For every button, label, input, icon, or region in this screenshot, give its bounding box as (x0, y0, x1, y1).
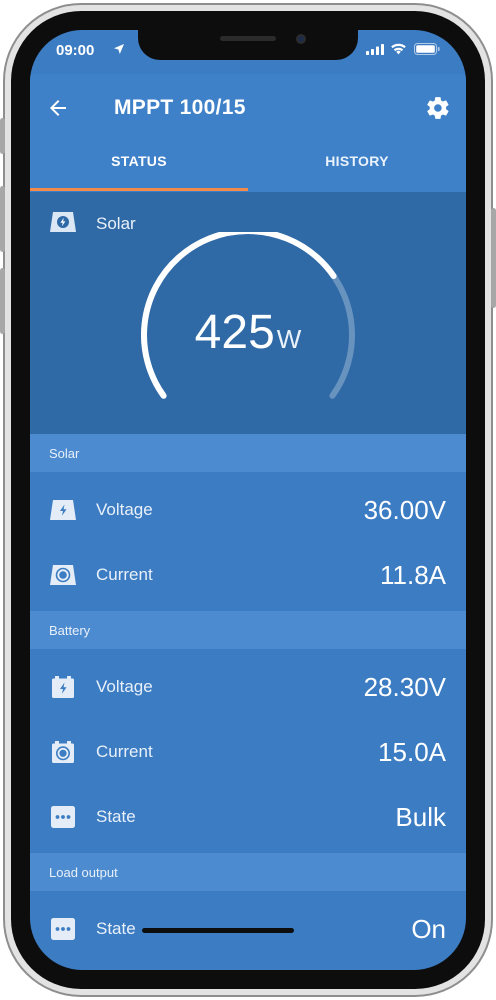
power-button (491, 208, 496, 308)
row-label: State (96, 807, 136, 826)
section-title: Battery (49, 623, 91, 638)
gear-icon[interactable] (425, 95, 451, 121)
solar-power-readout: 425W (30, 305, 466, 360)
battery-voltage-icon (52, 676, 74, 698)
volume-up-button (0, 186, 5, 252)
row-value: 11.8A (379, 560, 446, 590)
app-screen: MPPT 100/15 STATUS HISTORY 09:00 Solar 4… (30, 30, 466, 970)
status-time: 09:00 (56, 42, 95, 59)
battery-status-icon (414, 43, 440, 55)
section-header-load-output: Load output (30, 853, 466, 891)
section-title: Load output (49, 865, 118, 880)
solar-current-row: Current 11.8A (30, 543, 466, 607)
solar-panel-icon (50, 212, 76, 232)
page-title: MPPT 100/15 (114, 96, 246, 119)
back-arrow-icon[interactable] (46, 96, 70, 120)
wifi-icon (391, 43, 406, 55)
row-value: 28.30V (363, 672, 446, 702)
more-dots-icon (51, 918, 75, 940)
notch (138, 30, 358, 60)
more-dots-icon (51, 806, 75, 828)
row-label: Voltage (96, 500, 153, 519)
section-header-solar: Solar (30, 434, 466, 472)
home-indicator[interactable] (142, 928, 294, 933)
section-title: Solar (49, 446, 80, 461)
battery-state-row: State Bulk (30, 785, 466, 849)
solar-voltage-row: Voltage 36.00V (30, 478, 466, 542)
row-label: Current (96, 742, 153, 761)
tab-status[interactable]: STATUS (30, 153, 248, 169)
solar-panel-label: Solar (96, 214, 136, 233)
battery-voltage-row: Voltage 28.30V (30, 655, 466, 719)
active-tab-indicator (30, 188, 248, 191)
tab-history[interactable]: HISTORY (248, 153, 466, 169)
section-header-battery: Battery (30, 611, 466, 649)
solar-power-panel: Solar 425W (30, 192, 466, 434)
location-arrow-icon (114, 44, 124, 54)
row-value: 15.0A (378, 737, 446, 767)
speaker-grille (220, 36, 276, 41)
solar-power-value: 425 (194, 306, 275, 359)
mute-switch (0, 118, 5, 154)
volume-down-button (0, 268, 5, 334)
row-label: Voltage (96, 677, 153, 696)
solar-power-unit: W (276, 324, 302, 354)
row-label: Current (96, 565, 153, 584)
cellular-signal-icon (366, 44, 384, 55)
solar-voltage-icon (50, 500, 76, 520)
battery-current-row: Current 15.0A (30, 720, 466, 784)
battery-current-icon (52, 741, 74, 763)
row-value: Bulk (395, 802, 446, 832)
row-label: State (96, 919, 136, 938)
solar-current-icon (50, 565, 76, 585)
row-value: 36.00V (363, 495, 446, 525)
app-header: MPPT 100/15 STATUS HISTORY (30, 74, 466, 192)
front-camera (296, 34, 306, 44)
row-value: On (411, 914, 446, 944)
